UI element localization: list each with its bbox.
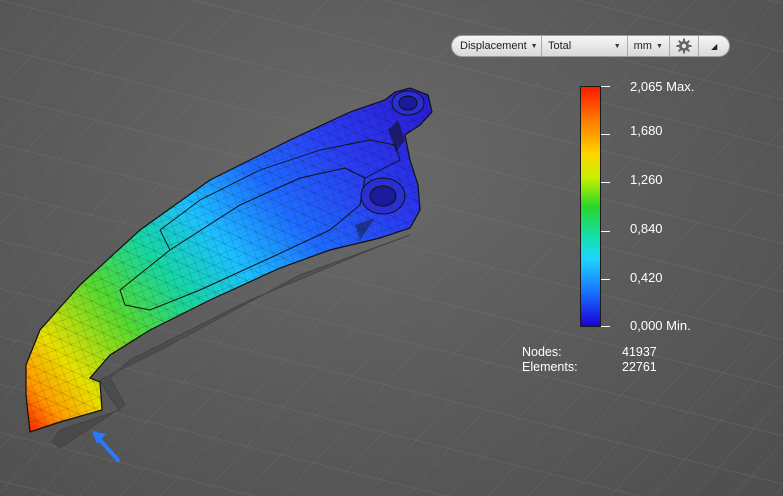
ground-grid [0,0,783,496]
settings-button[interactable] [670,36,700,56]
results-toolbar: Displacement ▼ Total ▼ mm ▼ ◢ [451,35,730,57]
color-legend-bar [580,86,601,327]
chevron-down-icon: ▼ [655,42,663,50]
result-type-label: Displacement [460,40,527,52]
elements-value: 22761 [622,360,657,374]
elements-label: Elements: [522,360,578,374]
legend-tick [601,231,610,232]
legend-max-label: 2,065 Max. [630,79,695,94]
component-dropdown[interactable]: Total ▼ [542,36,628,56]
legend-tick [601,86,610,87]
legend-label: 0,840 [630,221,663,236]
component-label: Total [548,40,572,52]
triangle-up-icon: ◢ [711,41,718,51]
chevron-down-icon: ▼ [530,42,538,50]
legend-tick [601,182,610,183]
legend-label: 1,260 [630,172,663,187]
units-label: mm [633,40,652,52]
nodes-value: 41937 [622,345,657,359]
legend-label: 1,680 [630,123,663,138]
chevron-down-icon: ▼ [613,42,621,50]
units-dropdown[interactable]: mm ▼ [628,36,670,56]
mesh-stats: Nodes: 41937 Elements: 22761 [522,345,657,375]
legend-tick [601,326,610,327]
gear-icon [676,38,692,54]
collapse-button[interactable]: ◢ [699,36,729,56]
legend-tick [601,279,610,280]
legend-min-label: 0,000 Min. [630,318,691,333]
legend-tick [601,134,610,135]
result-type-dropdown[interactable]: Displacement ▼ [452,36,542,56]
legend-label: 0,420 [630,270,663,285]
3d-viewport[interactable] [0,0,783,496]
nodes-label: Nodes: [522,345,562,359]
